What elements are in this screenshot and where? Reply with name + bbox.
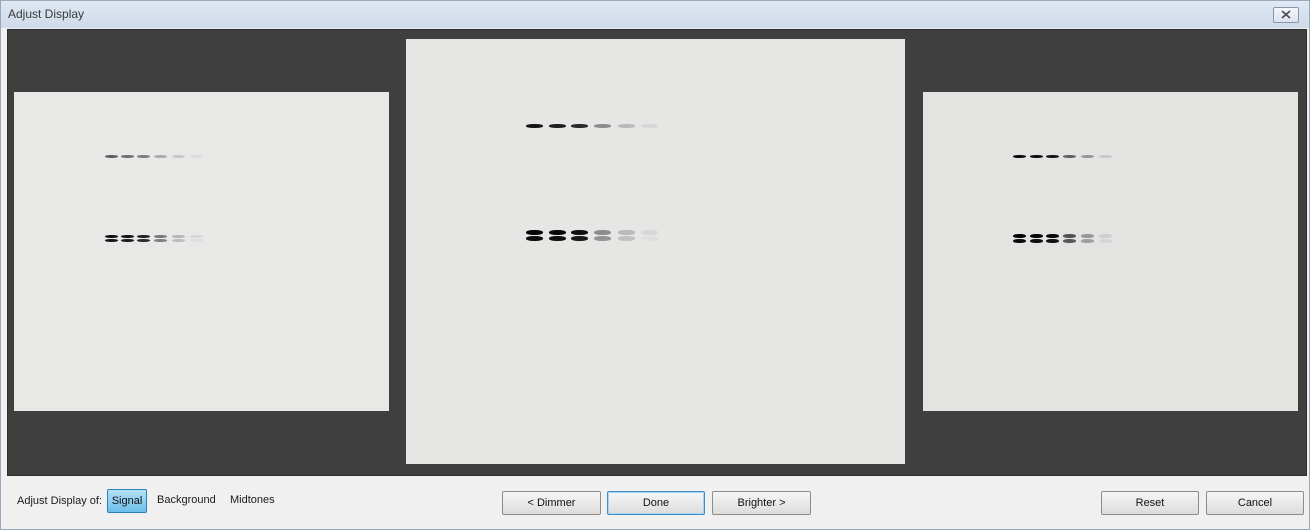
- gel-band: [571, 236, 588, 241]
- current-preview: [406, 39, 905, 464]
- window-title: Adjust Display: [8, 7, 85, 21]
- gel-band: [1013, 239, 1026, 243]
- preview-area: [7, 29, 1307, 476]
- gel-band: [1030, 239, 1043, 243]
- gel-band: [594, 230, 611, 235]
- reset-button[interactable]: Reset: [1101, 491, 1199, 515]
- adjust-display-of-label: Adjust Display of:: [17, 495, 102, 507]
- gel-band: [618, 124, 635, 128]
- gel-band: [121, 235, 134, 238]
- done-button[interactable]: Done: [607, 491, 705, 515]
- midtones-tab[interactable]: Midtones: [230, 489, 275, 511]
- gel-band: [594, 124, 611, 128]
- gel-band: [190, 155, 203, 158]
- brighter-button[interactable]: Brighter >: [712, 491, 811, 515]
- dimmer-preview: [14, 92, 389, 411]
- title-bar: Adjust Display: [1, 1, 1309, 28]
- close-button[interactable]: [1273, 7, 1299, 23]
- gel-band: [549, 124, 566, 128]
- gel-band: [172, 239, 185, 242]
- gel-band: [1046, 155, 1059, 158]
- gel-band: [154, 239, 167, 242]
- background-tab[interactable]: Background: [157, 489, 216, 511]
- gel-band: [137, 235, 150, 238]
- cancel-button[interactable]: Cancel: [1206, 491, 1304, 515]
- adjust-display-dialog: Adjust Display Adjust Display of: Signal…: [0, 0, 1310, 530]
- gel-band: [549, 230, 566, 235]
- gel-band: [1099, 155, 1112, 158]
- gel-band: [1030, 155, 1043, 158]
- gel-band: [1099, 239, 1112, 243]
- signal-tab[interactable]: Signal: [107, 489, 147, 513]
- gel-band: [641, 230, 658, 235]
- gel-band: [1013, 234, 1026, 238]
- gel-band: [121, 239, 134, 242]
- gel-band: [1099, 234, 1112, 238]
- gel-band: [137, 155, 150, 158]
- gel-band: [526, 236, 543, 241]
- gel-band: [526, 124, 543, 128]
- gel-band: [1063, 234, 1076, 238]
- gel-band: [154, 155, 167, 158]
- gel-band: [549, 236, 566, 241]
- gel-band: [1063, 155, 1076, 158]
- gel-band: [1030, 234, 1043, 238]
- gel-band: [571, 124, 588, 128]
- gel-band: [105, 239, 118, 242]
- gel-band: [571, 230, 588, 235]
- gel-band: [1013, 155, 1026, 158]
- gel-band: [1081, 155, 1094, 158]
- gel-band: [154, 235, 167, 238]
- gel-band: [1046, 239, 1059, 243]
- gel-band: [1063, 239, 1076, 243]
- gel-band: [172, 155, 185, 158]
- gel-band: [618, 230, 635, 235]
- gel-band: [594, 236, 611, 241]
- gel-band: [1081, 239, 1094, 243]
- gel-band: [1046, 234, 1059, 238]
- dimmer-button[interactable]: < Dimmer: [502, 491, 601, 515]
- gel-band: [137, 239, 150, 242]
- gel-band: [526, 230, 543, 235]
- control-bar: Adjust Display of: Signal Background Mid…: [1, 477, 1309, 529]
- gel-band: [1081, 234, 1094, 238]
- gel-band: [190, 235, 203, 238]
- gel-band: [618, 236, 635, 241]
- gel-band: [172, 235, 185, 238]
- gel-band: [105, 235, 118, 238]
- gel-band: [190, 239, 203, 242]
- brighter-preview: [923, 92, 1298, 411]
- close-icon: [1281, 10, 1291, 19]
- gel-band: [641, 124, 658, 128]
- gel-band: [105, 155, 118, 158]
- gel-band: [121, 155, 134, 158]
- gel-band: [641, 236, 658, 241]
